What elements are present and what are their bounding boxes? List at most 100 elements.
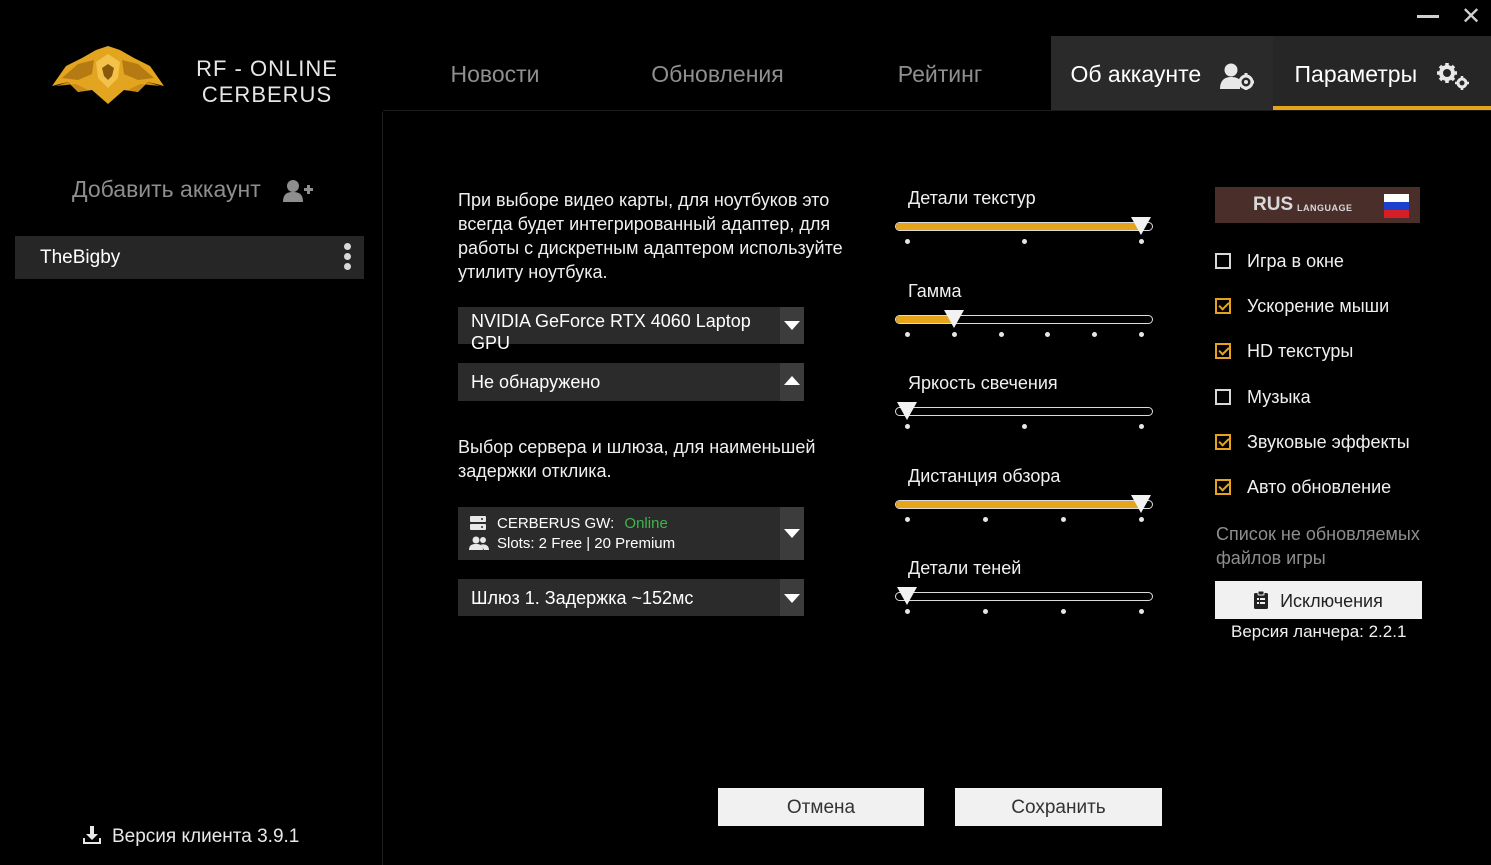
slider-tick xyxy=(1022,424,1027,429)
slider-label: Детали теней xyxy=(908,558,1022,578)
option-label: HD текстуры xyxy=(1247,341,1354,361)
checkbox-checked[interactable] xyxy=(1215,343,1231,359)
tab-settings-label: Параметры xyxy=(1294,61,1418,87)
slider-tick xyxy=(1061,517,1066,522)
slider-tick xyxy=(905,517,910,522)
client-version: Версия клиента 3.9.1 xyxy=(82,825,299,848)
save-button-label: Сохранить xyxy=(1011,797,1106,818)
tab-rating-label: Рейтинг xyxy=(897,61,983,87)
add-account-label: Добавить аккаунт xyxy=(72,176,261,202)
option-checkbox-row[interactable]: Звуковые эффекты xyxy=(1215,432,1445,455)
tab-settings[interactable]: Параметры xyxy=(1273,36,1491,110)
gpu-secondary-select[interactable]: Не обнаружено xyxy=(458,363,804,401)
option-checkbox-row[interactable]: Ускорение мыши xyxy=(1215,296,1445,319)
slider-tick xyxy=(1022,239,1027,244)
checkbox-unchecked[interactable] xyxy=(1215,253,1231,269)
tab-rating[interactable]: Рейтинг xyxy=(830,36,1050,110)
option-checkbox-row[interactable]: Авто обновление xyxy=(1215,477,1445,500)
slider-track[interactable] xyxy=(895,495,1153,513)
slider-track[interactable] xyxy=(895,587,1153,605)
download-icon xyxy=(83,826,101,844)
slider-thumb[interactable] xyxy=(897,402,917,420)
slider-label: Дистанция обзора xyxy=(908,466,1061,486)
account-item[interactable]: TheBigby xyxy=(15,236,364,279)
gate-select[interactable]: Шлюз 1. Задержка ~152мс xyxy=(458,579,804,616)
slider-thumb[interactable] xyxy=(897,587,917,605)
cancel-button[interactable]: Отмена xyxy=(718,788,924,826)
minimize-icon[interactable] xyxy=(1417,15,1439,18)
slider-thumb[interactable] xyxy=(1131,495,1151,513)
sidebar-divider xyxy=(382,112,383,865)
slider-tick xyxy=(983,609,988,614)
slider-tick xyxy=(1061,609,1066,614)
header-divider xyxy=(383,110,1491,111)
gpu-secondary-value: Не обнаружено xyxy=(471,372,601,392)
slider-track[interactable] xyxy=(895,402,1153,420)
option-label: Музыка xyxy=(1247,387,1311,407)
more-options-icon[interactable] xyxy=(342,243,352,271)
client-version-label: Версия клиента 3.9.1 xyxy=(112,826,300,847)
gateway-line: CERBERUS GW: Online xyxy=(497,515,668,532)
slider-tick xyxy=(1139,517,1144,522)
checkbox-unchecked[interactable] xyxy=(1215,389,1231,405)
tab-account[interactable]: Об аккаунте xyxy=(1051,36,1273,110)
tab-account-label: Об аккаунте xyxy=(1070,61,1202,87)
flag-stripe xyxy=(1384,202,1409,210)
checkbox-checked[interactable] xyxy=(1215,434,1231,450)
tab-news-label: Новости xyxy=(450,61,540,87)
checkbox-checked[interactable] xyxy=(1215,298,1231,314)
exclusions-button-label: Исключения xyxy=(1280,591,1383,611)
language-button[interactable]: RUS LANGUAGE xyxy=(1215,187,1420,223)
tab-updates[interactable]: Обновления xyxy=(605,36,830,110)
slider-thumb[interactable] xyxy=(1131,217,1151,235)
slider-label: Гамма xyxy=(908,281,962,301)
slider-tick xyxy=(1092,332,1098,337)
save-button[interactable]: Сохранить xyxy=(955,788,1162,826)
close-icon[interactable]: ✕ xyxy=(1460,5,1482,29)
user-plus-icon xyxy=(283,179,314,202)
slider-tick xyxy=(905,424,910,429)
gateway-status: Online xyxy=(624,515,668,532)
slots-text: Slots: 2 Free | 20 Premium xyxy=(497,535,676,552)
russia-flag-icon xyxy=(1384,194,1409,218)
slider-tick xyxy=(1139,332,1144,337)
slider-fill xyxy=(896,223,1141,230)
slider-track[interactable] xyxy=(895,310,1153,328)
flag-stripe xyxy=(1384,194,1409,202)
option-label: Ускорение мыши xyxy=(1247,296,1390,316)
slider-tick xyxy=(905,609,910,614)
flag-stripe xyxy=(1384,210,1409,218)
slider-tick xyxy=(1139,424,1144,429)
slider-fill xyxy=(896,501,1141,508)
slider-label: Яркость свечения xyxy=(908,373,1058,393)
logo-line-1: RF - ONLINE xyxy=(196,56,338,81)
exclusions-note: Список не обновляемых файлов игры xyxy=(1216,524,1420,568)
language-caption: LANGUAGE xyxy=(1297,203,1353,213)
option-checkbox-row[interactable]: HD текстуры xyxy=(1215,341,1445,364)
account-name: TheBigby xyxy=(40,247,121,268)
slider-tick xyxy=(1139,239,1144,244)
user-settings-icon xyxy=(1219,63,1254,90)
slider-tick xyxy=(983,517,988,522)
gateway-label: CERBERUS GW: xyxy=(497,515,615,532)
gpu-primary-select[interactable]: NVIDIA GeForce RTX 4060 Laptop GPU xyxy=(458,307,804,353)
slider-thumb[interactable] xyxy=(943,310,964,328)
slider-tick xyxy=(1045,332,1051,337)
chevron-down-icon[interactable] xyxy=(780,507,804,560)
add-account-button[interactable]: Добавить аккаунт xyxy=(72,176,314,203)
checkbox-checked[interactable] xyxy=(1215,479,1231,495)
slider-tick xyxy=(905,239,910,244)
server-icon xyxy=(470,516,486,530)
option-checkbox-row[interactable]: Игра в окне xyxy=(1215,251,1445,274)
server-select[interactable]: CERBERUS GW: Online Slots: 2 Free | 20 P… xyxy=(458,507,804,560)
chevron-down-icon[interactable] xyxy=(780,307,804,344)
chevron-down-icon[interactable] xyxy=(780,579,804,616)
slider-track[interactable] xyxy=(895,217,1153,235)
chevron-up-icon[interactable] xyxy=(780,363,804,401)
tab-news[interactable]: Новости xyxy=(385,36,605,110)
option-checkbox-row[interactable]: Музыка xyxy=(1215,387,1445,410)
exclusions-button[interactable]: Исключения xyxy=(1215,581,1422,619)
language-code: RUS xyxy=(1253,194,1294,215)
slider-tick xyxy=(1139,609,1144,614)
launcher-version: Версия ланчера: 2.2.1 xyxy=(1231,622,1407,641)
